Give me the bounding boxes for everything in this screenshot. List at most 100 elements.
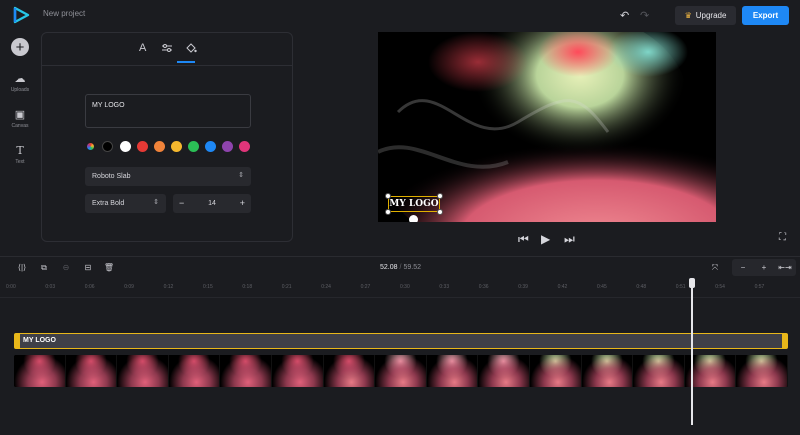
cloud-upload-icon: ☁ xyxy=(14,73,26,85)
ruler-tick-label: 0:09 xyxy=(124,284,134,290)
redo-icon[interactable]: ↷ xyxy=(640,9,649,22)
zoom-controls: − + ⇤⇥ xyxy=(732,259,796,276)
skip-back-icon[interactable]: ⏮ xyxy=(518,232,529,247)
playhead-handle[interactable] xyxy=(689,278,695,288)
tab-text-style[interactable]: A xyxy=(139,42,146,54)
timeline-ruler[interactable]: 0:00 0:03 0:06 0:09 0:12 0:15 0:18 0:21 0:24 0:27… xyxy=(0,279,800,299)
expand-icon[interactable]: ⇤⇥ xyxy=(776,260,794,275)
undo-icon[interactable]: ↶ xyxy=(620,9,629,22)
color-swatch[interactable] xyxy=(188,141,199,152)
font-weight-select[interactable]: Extra Bold ⇕ xyxy=(85,194,166,213)
ruler-tick-label: 0:57 xyxy=(754,284,765,290)
color-swatch[interactable] xyxy=(137,141,148,152)
ruler-tick-label: 0:33 xyxy=(439,284,450,290)
upgrade-button[interactable]: ♛ Upgrade xyxy=(675,6,736,25)
delete-icon[interactable]: 🗑 xyxy=(100,260,118,275)
ruler-tick-label: 0:54 xyxy=(715,284,725,290)
layer-icon[interactable]: ⊟ xyxy=(79,260,97,275)
video-thumbnail xyxy=(529,355,582,387)
project-title[interactable]: New project xyxy=(43,9,85,18)
video-clip[interactable] xyxy=(14,355,788,387)
ruler-divider xyxy=(0,297,800,298)
ruler-tick-label: 0:00 xyxy=(6,284,16,290)
video-preview[interactable]: MY LOGO xyxy=(378,32,716,222)
text-icon: T xyxy=(16,144,24,157)
sidebar-item-canvas[interactable]: ▣ Canvas xyxy=(0,108,40,129)
ruler-tick-label: 0:24 xyxy=(321,284,331,290)
color-swatch[interactable] xyxy=(222,141,233,152)
ruler-tick-label: 0:48 xyxy=(636,284,647,290)
left-sidebar: + ☁ Uploads ▣ Canvas T Text xyxy=(0,30,40,255)
add-media-button[interactable]: + xyxy=(11,38,29,56)
detach-icon[interactable]: ⊖ xyxy=(57,260,75,275)
color-picker-icon[interactable] xyxy=(85,141,96,152)
resize-handle[interactable] xyxy=(385,193,391,199)
fit-timeline-icon[interactable]: ⤧ xyxy=(706,260,724,275)
export-button[interactable]: Export xyxy=(742,6,789,25)
ruler-tick-label: 0:39 xyxy=(518,284,528,290)
color-swatch[interactable] xyxy=(205,141,216,152)
increase-font-size-button[interactable]: + xyxy=(240,198,245,208)
fullscreen-icon[interactable]: ⛶ xyxy=(779,232,786,243)
font-family-select[interactable]: Roboto Slab ⇕ xyxy=(85,167,251,186)
duplicate-icon[interactable]: ⧉ xyxy=(35,260,53,275)
tab-fill[interactable] xyxy=(185,42,197,56)
ruler-tick-label: 0:03 xyxy=(45,284,56,290)
font-family-value: Roboto Slab xyxy=(92,173,131,180)
text-properties-panel: A MY LOGO Roboto Slab ⇕ Extra Bold ⇕ − 1… xyxy=(41,32,293,242)
chevron-updown-icon: ⇕ xyxy=(153,199,159,206)
color-swatch[interactable] xyxy=(239,141,250,152)
video-thumbnail xyxy=(478,355,530,387)
adjust-icon xyxy=(162,44,172,52)
font-size-stepper[interactable]: − 14 + xyxy=(173,194,251,213)
split-icon[interactable]: ⟨|⟩ xyxy=(13,260,31,275)
ruler-tick-label: 0:51 xyxy=(675,284,686,290)
tab-adjust[interactable] xyxy=(161,43,173,56)
color-swatch[interactable] xyxy=(102,141,113,152)
fill-icon xyxy=(186,43,197,53)
ruler-tick-label: 0:42 xyxy=(557,284,568,290)
text-clip[interactable]: MY LOGO xyxy=(14,333,788,349)
video-frame-image xyxy=(378,32,716,222)
text-content-input[interactable]: MY LOGO xyxy=(85,94,251,128)
upgrade-label: Upgrade xyxy=(695,11,727,20)
ruler-tick-label: 0:18 xyxy=(242,284,253,290)
video-thumbnail xyxy=(220,355,272,387)
clip-trim-handle-right[interactable] xyxy=(782,334,787,348)
color-swatch[interactable] xyxy=(120,141,131,152)
zoom-in-icon[interactable]: + xyxy=(755,260,773,275)
video-thumbnail xyxy=(633,355,685,387)
skip-forward-icon[interactable]: ⏭ xyxy=(564,232,575,247)
active-tab-indicator xyxy=(177,61,195,63)
ruler-tick-label: 0:06 xyxy=(84,284,95,290)
video-thumbnail xyxy=(14,355,66,387)
canvas-icon: ▣ xyxy=(14,109,26,121)
video-thumbnail xyxy=(375,355,427,387)
ruler-tick-label: 0:21 xyxy=(281,284,292,290)
ruler-tick-label: 0:15 xyxy=(203,284,213,290)
app-logo-icon[interactable] xyxy=(12,6,30,24)
play-icon[interactable]: ▶ xyxy=(541,232,550,246)
video-thumbnail xyxy=(65,355,118,387)
resize-handle[interactable] xyxy=(385,209,391,215)
video-thumbnail xyxy=(117,355,169,387)
ruler-tick-label: 0:30 xyxy=(400,284,410,290)
color-swatch[interactable] xyxy=(154,141,165,152)
text-overlay[interactable]: MY LOGO xyxy=(388,196,440,212)
sidebar-item-uploads[interactable]: ☁ Uploads xyxy=(0,72,40,93)
color-swatch[interactable] xyxy=(171,141,182,152)
clip-trim-handle-left[interactable] xyxy=(15,334,20,348)
current-time: 52.08 xyxy=(380,264,398,271)
resize-handle[interactable] xyxy=(437,193,443,199)
video-thumbnail xyxy=(168,355,221,387)
sidebar-item-label: Canvas xyxy=(11,123,29,129)
zoom-out-icon[interactable]: − xyxy=(734,260,752,275)
sidebar-item-text[interactable]: T Text xyxy=(0,144,40,165)
playhead[interactable] xyxy=(691,285,693,425)
total-time: 59.52 xyxy=(403,264,422,271)
video-thumbnail xyxy=(736,355,788,387)
resize-handle[interactable] xyxy=(437,209,443,215)
chevron-updown-icon: ⇕ xyxy=(238,172,244,179)
rotate-handle[interactable] xyxy=(409,215,418,222)
ruler-tick-label: 0:27 xyxy=(360,284,371,290)
